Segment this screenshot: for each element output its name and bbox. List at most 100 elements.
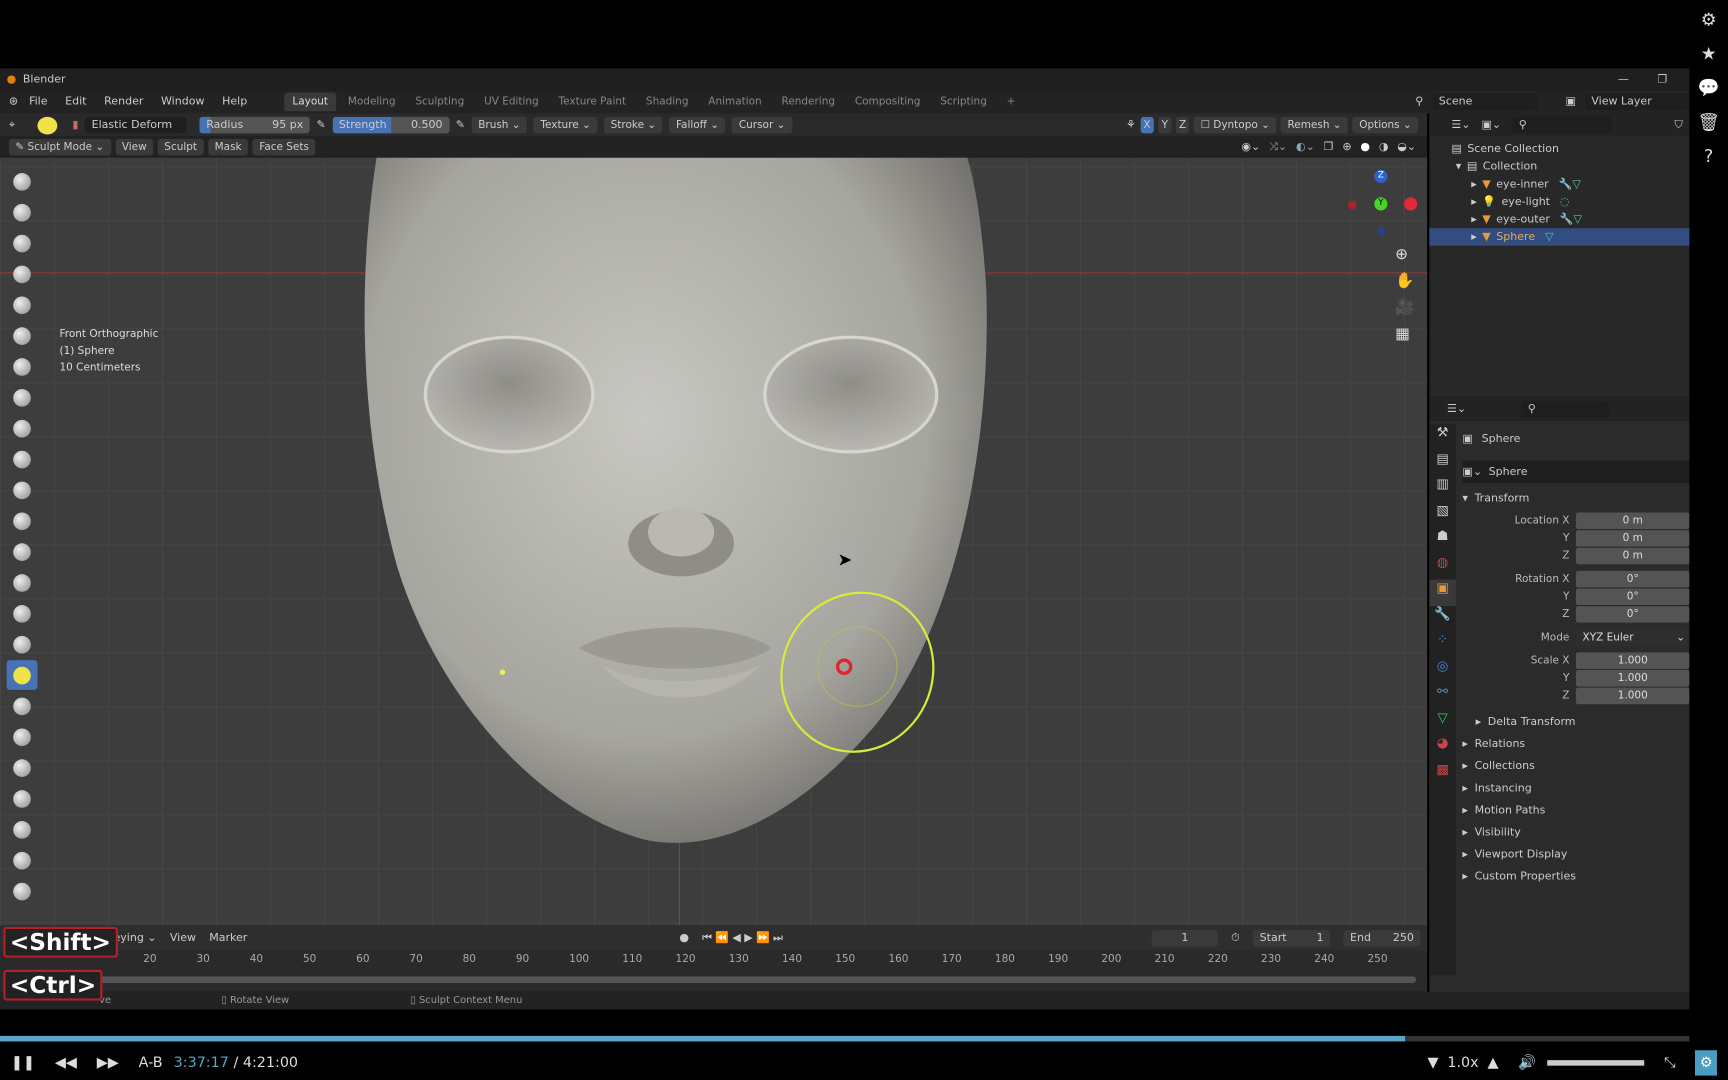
display-mode-icon[interactable]: ☰⌄ xyxy=(1451,118,1470,130)
constraints-icon[interactable]: ⚯ xyxy=(1429,683,1455,709)
sculpt-tool-13[interactable] xyxy=(7,537,38,567)
gizmo-neg-z[interactable] xyxy=(1377,227,1386,235)
sculpt-tool-2[interactable] xyxy=(7,197,38,227)
tab-modeling[interactable]: Modeling xyxy=(340,93,403,112)
add-workspace-button[interactable]: + xyxy=(999,93,1023,112)
menu-file[interactable]: File xyxy=(22,96,54,108)
minimize-button[interactable]: — xyxy=(1618,73,1629,85)
menu-help[interactable]: Help xyxy=(216,96,254,108)
mode-selector[interactable]: ✎ Sculpt Mode ⌄ xyxy=(8,138,111,156)
properties-search[interactable]: ⚲ xyxy=(1521,400,1610,418)
world-icon[interactable]: ◍ xyxy=(1429,554,1455,580)
sculpt-tool-20[interactable] xyxy=(7,753,38,783)
fullscreen-exit-icon[interactable]: ⤡ xyxy=(1664,1055,1675,1072)
tab-shading[interactable]: Shading xyxy=(638,93,696,112)
outliner-item-eye-outer[interactable]: ▸ ▼ eye-outer 🔧▽ xyxy=(1429,210,1689,228)
comment-icon[interactable]: 💬 xyxy=(1698,77,1720,98)
current-frame-field[interactable]: 1 xyxy=(1151,929,1218,947)
stroke-menu[interactable]: Stroke ⌄ xyxy=(604,116,663,134)
gizmo-toggle-icon[interactable]: ⤨⌄ xyxy=(1269,141,1287,153)
panel-visibility[interactable]: ▸ Visibility xyxy=(1462,821,1689,843)
panel-motion-paths[interactable]: ▸ Motion Paths xyxy=(1462,799,1689,821)
outliner-collection[interactable]: ▾ ▤ Collection xyxy=(1429,158,1689,176)
end-frame-field[interactable]: End 250 xyxy=(1343,929,1421,947)
brush-name-field[interactable]: Elastic Deform xyxy=(85,116,187,134)
menu-face-sets[interactable]: Face Sets xyxy=(252,138,316,156)
sculpt-tool-3[interactable] xyxy=(7,228,38,258)
rotation-x-field[interactable]: 0° xyxy=(1576,570,1690,587)
view-layer-icon[interactable]: ▣ xyxy=(1565,96,1575,108)
sculpt-tool-19[interactable] xyxy=(7,722,38,752)
visibility-icon[interactable]: ◉⌄ xyxy=(1241,141,1260,153)
brush-menu[interactable]: Brush ⌄ xyxy=(471,116,528,134)
playback-controls[interactable]: ⏮⏪◀▶⏩⏭ xyxy=(702,932,786,944)
scene-icon[interactable]: ☗ xyxy=(1429,528,1455,554)
location-z-field[interactable]: 0 m xyxy=(1576,547,1690,564)
modifier-icon[interactable]: 🔧 xyxy=(1429,606,1455,632)
location-x-field[interactable]: 0 m xyxy=(1576,511,1690,529)
xray-icon[interactable]: ❐ xyxy=(1324,141,1334,153)
timeline-marker-menu[interactable]: Marker xyxy=(209,932,247,944)
dyntopo-toggle[interactable]: ☐ Dyntopo ⌄ xyxy=(1193,116,1277,134)
panel-viewport-display[interactable]: ▸ Viewport Display xyxy=(1462,843,1689,865)
outliner-item-sphere[interactable]: ▸ ▼ Sphere ▽ xyxy=(1429,228,1690,246)
timeline-view-menu[interactable]: View xyxy=(170,932,196,944)
pan-hand-icon[interactable]: ✋ xyxy=(1395,272,1414,290)
shading-wireframe-icon[interactable]: ⊕ xyxy=(1342,141,1351,153)
keying-menu[interactable]: eying ⌄ xyxy=(114,932,157,944)
view-layer-icon[interactable]: ▧ xyxy=(1429,502,1455,528)
rotation-mode-select[interactable]: XYZ Euler ⌄ xyxy=(1575,628,1690,646)
object-name-field[interactable]: ▣⌄ Sphere xyxy=(1462,460,1690,483)
ab-loop-button[interactable]: A-B xyxy=(139,1055,163,1072)
sculpt-tool-24[interactable] xyxy=(7,876,38,906)
physics-icon[interactable]: ◎ xyxy=(1429,657,1455,683)
grid-perspective-icon[interactable]: ▦ xyxy=(1395,325,1414,343)
filter-view-icon[interactable]: ▣⌄ xyxy=(1482,118,1502,130)
scene-icon[interactable]: ⚲ xyxy=(1415,96,1423,108)
panel-collections[interactable]: ▸ Collections xyxy=(1462,755,1689,777)
radius-slider[interactable]: Radius 95 px xyxy=(199,116,310,134)
mirror-x-toggle[interactable]: X xyxy=(1140,116,1154,134)
scene-field[interactable]: Scene xyxy=(1432,93,1537,111)
tab-rendering[interactable]: Rendering xyxy=(774,93,843,112)
menu-mask[interactable]: Mask xyxy=(208,138,249,156)
speed-up-icon[interactable]: ▲ xyxy=(1487,1055,1498,1072)
menu-sculpt[interactable]: Sculpt xyxy=(157,138,204,156)
settings-gear-icon[interactable]: ⚙ xyxy=(1701,9,1717,30)
overlays-icon[interactable]: ◐⌄ xyxy=(1296,141,1315,153)
tab-layout[interactable]: Layout xyxy=(284,92,336,112)
sculpt-tool-7[interactable] xyxy=(7,352,38,382)
outliner-scene-collection[interactable]: ▤ Scene Collection xyxy=(1429,140,1689,158)
sculpt-tool-15[interactable] xyxy=(7,598,38,628)
transform-panel-header[interactable]: ▾ Transform xyxy=(1462,487,1689,509)
sculpt-tool-16[interactable] xyxy=(7,629,38,659)
navigation-gizmo[interactable]: Z Y xyxy=(1347,166,1424,243)
menu-edit[interactable]: Edit xyxy=(59,96,94,108)
sculpt-tool-6[interactable] xyxy=(7,321,38,351)
panel-custom-properties[interactable]: ▸ Custom Properties xyxy=(1462,865,1689,887)
player-settings-icon[interactable]: ⚙ xyxy=(1695,1050,1717,1076)
texture-menu[interactable]: Texture ⌄ xyxy=(533,116,598,134)
panel-relations[interactable]: ▸ Relations xyxy=(1462,733,1689,755)
pause-icon[interactable]: ❚❚ xyxy=(11,1055,35,1072)
tab-compositing[interactable]: Compositing xyxy=(847,93,928,112)
sculpt-tool-18[interactable] xyxy=(7,691,38,721)
video-progress-bar[interactable] xyxy=(0,1035,1690,1042)
menu-window[interactable]: Window xyxy=(154,96,211,108)
location-y-field[interactable]: 0 m xyxy=(1576,529,1690,547)
tab-texture-paint[interactable]: Texture Paint xyxy=(551,93,634,112)
sculpt-tool-4[interactable] xyxy=(7,259,38,289)
outliner-item-eye-light[interactable]: ▸ 💡 eye-light ◌ xyxy=(1429,193,1689,211)
rotation-z-field[interactable]: 0° xyxy=(1576,605,1690,623)
scale-x-field[interactable]: 1.000 xyxy=(1576,651,1690,669)
remesh-menu[interactable]: Remesh ⌄ xyxy=(1280,116,1349,134)
trash-icon[interactable]: 🗑 xyxy=(1698,111,1720,132)
tab-sculpting[interactable]: Sculpting xyxy=(408,93,472,112)
tool-settings-icon[interactable]: ⌖ xyxy=(9,119,15,131)
sculpt-tool-21[interactable] xyxy=(7,784,38,814)
volume-slider[interactable] xyxy=(1547,1060,1645,1066)
volume-icon[interactable]: 🔊 xyxy=(1518,1055,1536,1072)
pen-pressure-icon[interactable]: ✎ xyxy=(316,119,325,131)
sculpt-tool-17[interactable] xyxy=(6,660,38,690)
gizmo-x[interactable] xyxy=(1403,197,1418,211)
